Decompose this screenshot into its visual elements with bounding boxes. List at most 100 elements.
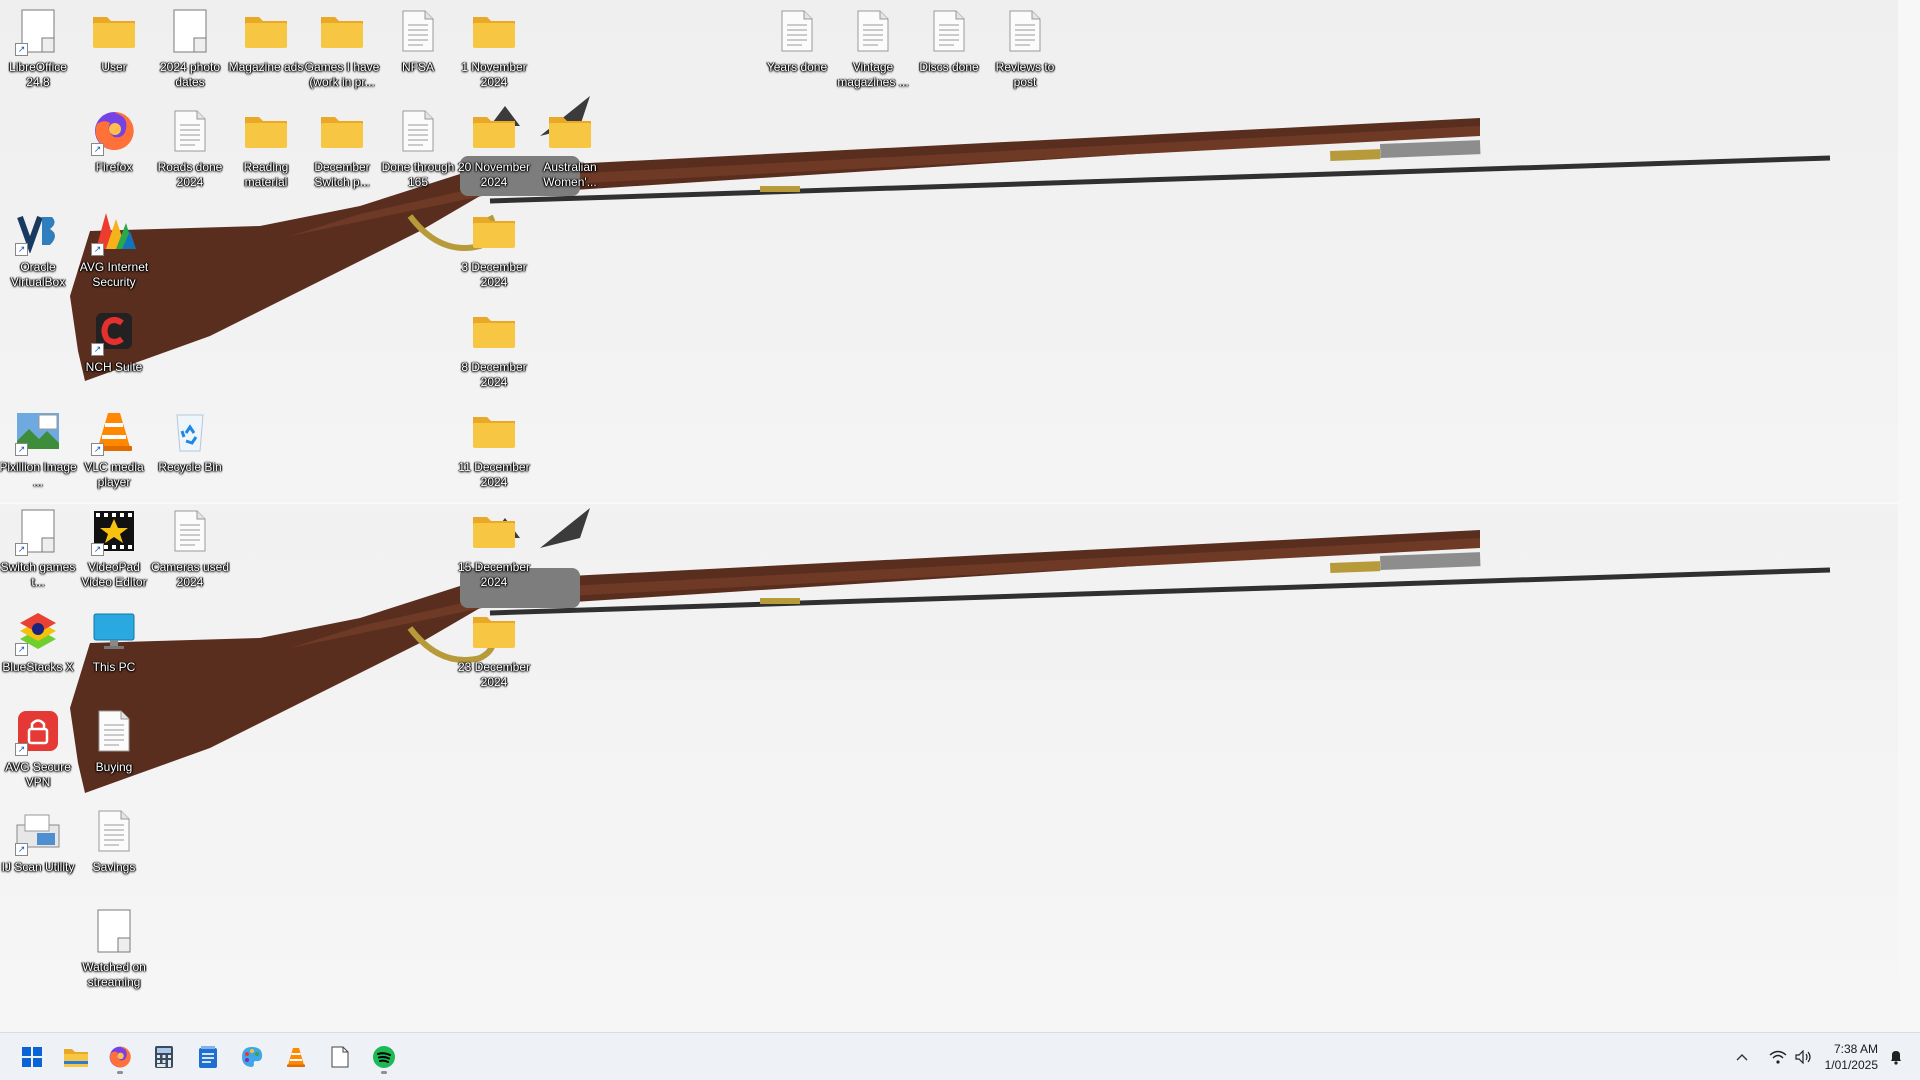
folder-icon [467,304,521,358]
desktop-icon-20-november-2024[interactable]: 20 November 2024 [456,104,532,190]
desktop-icon-reviews-to-post[interactable]: Reviews to post [987,4,1063,90]
desktop-icon-label: Recycle Bin [158,460,222,474]
desktop-icon-games-i-have-work-in-pr[interactable]: Games I have (work in pr... [304,4,380,90]
desktop-icon-vlc-media-player[interactable]: ↗ VLC media player [76,404,152,490]
desktop-icon-8-december-2024[interactable]: 8 December 2024 [456,304,532,390]
desktop-icon-label: December Switch p... [314,160,370,189]
desktop-icon-buying[interactable]: Buying [76,704,152,775]
desktop-icon-magazine-ads[interactable]: Magazine ads [228,4,304,75]
document-icon: ↗ [11,504,65,558]
desktop-icon-watched-on-streaming[interactable]: Watched on streaming [76,904,152,990]
paint-button[interactable] [232,1039,272,1075]
desktop-icon-3-december-2024[interactable]: 3 December 2024 [456,204,532,290]
firefox-button[interactable] [100,1039,140,1075]
text-file-icon [846,4,900,58]
desktop-icon-done-through-165[interactable]: Done through 165 [380,104,456,190]
desktop-icon-label: Done through 165 [381,160,455,189]
spotify-button[interactable] [364,1039,404,1075]
desktop-icon-label: Buying [95,760,133,774]
desktop-icon-2024-photo-dates[interactable]: 2024 photo dates [152,4,228,90]
shortcut-arrow-icon: ↗ [15,443,28,456]
recycle-bin-icon [163,404,217,458]
desktop-icon-nch-suite[interactable]: ↗ NCH Suite [76,304,152,375]
wallpaper-edge [1898,0,1920,1032]
notepad-icon [198,1045,218,1069]
desktop-icon-reading-material[interactable]: Reading material [228,104,304,190]
folder-icon [239,4,293,58]
wifi-icon[interactable] [1766,1045,1790,1069]
bluestacks-icon: ↗ [11,604,65,658]
image-app-icon: ↗ [11,404,65,458]
desktop-icon-label: Pixillion Image ... [0,460,77,489]
desktop-icon-user[interactable]: User [76,4,152,75]
desktop-icon-this-pc[interactable]: This PC [76,604,152,675]
notification-bell-icon[interactable] [1884,1045,1908,1069]
folder-icon [239,104,293,158]
desktop-icon-december-switch-p[interactable]: December Switch p... [304,104,380,190]
desktop-icon-label: 2024 photo dates [159,60,221,89]
desktop-icon-15-december-2024[interactable]: 15 December 2024 [456,504,532,590]
document-icon [87,904,141,958]
desktop-icon-avg-internet-security[interactable]: ↗ AVG Internet Security [76,204,152,290]
clock-time: 7:38 AM [1833,1042,1878,1056]
desktop-icon-libreoffice-24-8[interactable]: ↗ LibreOffice 24.8 [0,4,76,90]
avg-icon: ↗ [87,204,141,258]
shortcut-arrow-icon: ↗ [91,143,104,156]
notepad-button[interactable] [188,1039,228,1075]
vlc-button[interactable] [276,1039,316,1075]
desktop-icon-label: Firefox [95,160,133,174]
monitor-icon [87,604,141,658]
desktop-icon-1-november-2024[interactable]: 1 November 2024 [456,4,532,90]
desktop-icon-roads-done-2024[interactable]: Roads done 2024 [152,104,228,190]
text-file-icon [163,504,217,558]
desktop-icon-label: AVG Secure VPN [5,760,71,789]
desktop-icon-australian-women[interactable]: Australian Women'... [532,104,608,190]
show-hidden-icons-chevron-icon[interactable] [1730,1045,1754,1069]
text-file-icon [87,704,141,758]
folder-icon [467,404,521,458]
desktop-icon-avg-secure-vpn[interactable]: ↗ AVG Secure VPN [0,704,76,790]
document-icon [163,4,217,58]
virtualbox-icon: ↗ [11,204,65,258]
desktop-icon-nfsa[interactable]: NFSA [380,4,456,75]
desktop-icon-23-december-2024[interactable]: 23 December 2024 [456,604,532,690]
folder-icon [315,104,369,158]
start-button[interactable] [12,1039,52,1075]
text-file-icon [922,4,976,58]
desktop-icon-label: 8 December 2024 [461,360,527,389]
folder-icon [467,4,521,58]
desktop-icon-videopad-video-editor[interactable]: ↗ VideoPad Video Editor [76,504,152,590]
desktop-icon-switch-games-t[interactable]: ↗ Switch games t... [0,504,76,590]
desktop-icon-vintage-magazines[interactable]: Vintage magazines ... [835,4,911,90]
scanner-icon: ↗ [11,804,65,858]
palette-icon [240,1045,264,1069]
desktop[interactable]: ↗ LibreOffice 24.8 User 2024 photo dates Mag… [0,0,1920,1032]
firefox-icon: ↗ [87,104,141,158]
desktop-icon-ij-scan-utility[interactable]: ↗ IJ Scan Utility [0,804,76,875]
desktop-icon-savings[interactable]: Savings [76,804,152,875]
desktop-icon-label: 23 December 2024 [457,660,531,689]
shortcut-arrow-icon: ↗ [15,43,28,56]
clock[interactable]: 7:38 AM 1/01/2025 [1808,1041,1878,1073]
desktop-icon-firefox[interactable]: ↗ Firefox [76,104,152,175]
desktop-icon-cameras-used-2024[interactable]: Cameras used 2024 [151,504,229,590]
desktop-icon-label: AVG Internet Security [79,260,149,289]
shortcut-arrow-icon: ↗ [91,243,104,256]
wallpaper-seam [0,502,1920,504]
folder-icon [543,104,597,158]
desktop-icon-discs-done[interactable]: Discs done [911,4,987,75]
desktop-icon-oracle-virtualbox[interactable]: ↗ Oracle VirtualBox [0,204,76,290]
folder-icon [315,4,369,58]
text-file-icon [163,104,217,158]
document-button[interactable] [320,1039,360,1075]
desktop-icon-years-done[interactable]: Years done [759,4,835,75]
desktop-icon-bluestacks-x[interactable]: ↗ BlueStacks X [0,604,76,675]
desktop-icon-recycle-bin[interactable]: Recycle Bin [152,404,228,475]
file-explorer-button[interactable] [56,1039,96,1075]
desktop-icon-pixillion-image[interactable]: ↗ Pixillion Image ... [0,404,77,490]
desktop-icon-label: User [101,60,127,74]
calculator-button[interactable] [144,1039,184,1075]
spotify-icon [372,1045,396,1069]
desktop-icon-11-december-2024[interactable]: 11 December 2024 [456,404,532,490]
folder-icon [63,1046,89,1068]
